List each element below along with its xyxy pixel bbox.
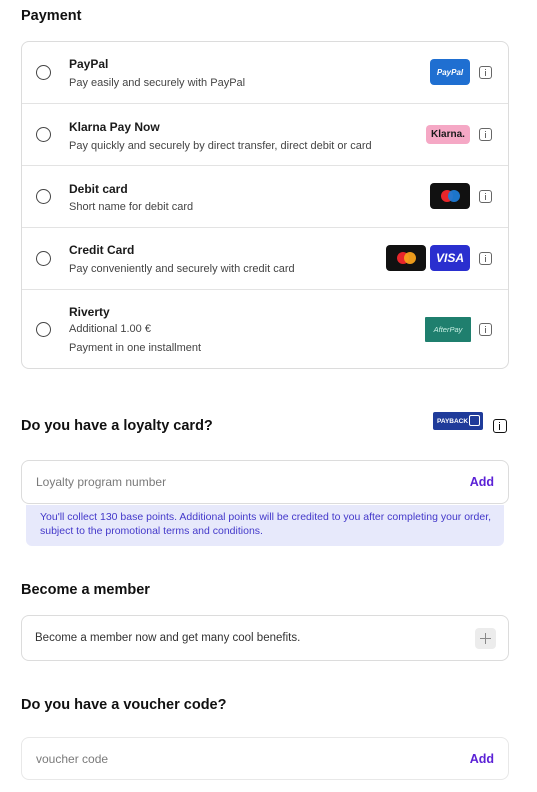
mastercard-logo [386, 245, 426, 271]
loyalty-title: Do you have a loyalty card? [21, 418, 213, 434]
visa-logo: VISA [430, 245, 470, 271]
radio-button[interactable] [36, 65, 51, 80]
info-icon[interactable] [479, 323, 492, 336]
voucher-add-button[interactable]: Add [470, 738, 494, 779]
member-benefit-text: Become a member now and get many cool be… [35, 632, 301, 644]
payment-title: Payment [21, 8, 82, 24]
payment-name: Credit Card [69, 243, 135, 257]
payment-option-credit-card[interactable]: Credit Card Pay conveniently and securel… [22, 227, 508, 289]
loyalty-points-notice: You'll collect 130 base points. Addition… [26, 505, 504, 546]
payback-logo: PAYBACK [433, 412, 483, 430]
plus-icon[interactable] [475, 628, 496, 649]
info-icon[interactable] [479, 252, 492, 265]
radio-button[interactable] [36, 251, 51, 266]
payment-description: Pay easily and securely with PayPal [69, 77, 246, 89]
info-icon[interactable] [479, 190, 492, 203]
info-icon[interactable] [479, 66, 492, 79]
member-field[interactable]: Become a member now and get many cool be… [21, 615, 509, 661]
payment-option-paypal[interactable]: PayPal Pay easily and securely with PayP… [22, 42, 508, 103]
voucher-code-input[interactable] [36, 738, 416, 779]
payment-option-riverty[interactable]: Riverty Additional 1.00 € Payment in one… [22, 289, 508, 368]
payment-name: Debit card [69, 182, 128, 196]
payment-description: Pay quickly and securely by direct trans… [69, 140, 372, 152]
loyalty-add-button[interactable]: Add [470, 461, 494, 503]
payment-option-debit-card[interactable]: Debit card Short name for debit card [22, 165, 508, 227]
payment-name: Klarna Pay Now [69, 120, 160, 134]
voucher-field: Add [21, 737, 509, 780]
paypal-logo: PayPal [430, 59, 470, 85]
payment-description: Pay conveniently and securely with credi… [69, 263, 295, 275]
radio-button[interactable] [36, 189, 51, 204]
payment-methods-list: PayPal Pay easily and securely with PayP… [21, 41, 509, 369]
payment-name: Riverty [69, 305, 110, 319]
loyalty-field: Add [21, 460, 509, 504]
radio-button[interactable] [36, 322, 51, 337]
voucher-title: Do you have a voucher code? [21, 697, 227, 713]
payment-description: Payment in one installment [69, 342, 202, 354]
payment-name: PayPal [69, 57, 109, 71]
payment-surcharge: Additional 1.00 € [69, 323, 151, 335]
payment-option-klarna[interactable]: Klarna Pay Now Pay quickly and securely … [22, 103, 508, 165]
radio-button[interactable] [36, 127, 51, 142]
afterpay-logo: AfterPay [425, 317, 471, 342]
loyalty-number-input[interactable] [36, 461, 416, 503]
info-icon[interactable] [479, 128, 492, 141]
member-title: Become a member [21, 582, 150, 598]
payment-description: Short name for debit card [69, 201, 194, 213]
payback-logo-text: PAYBACK [437, 417, 469, 425]
info-icon[interactable] [493, 419, 507, 433]
klarna-logo: Klarna. [426, 125, 470, 144]
maestro-logo [430, 183, 470, 209]
